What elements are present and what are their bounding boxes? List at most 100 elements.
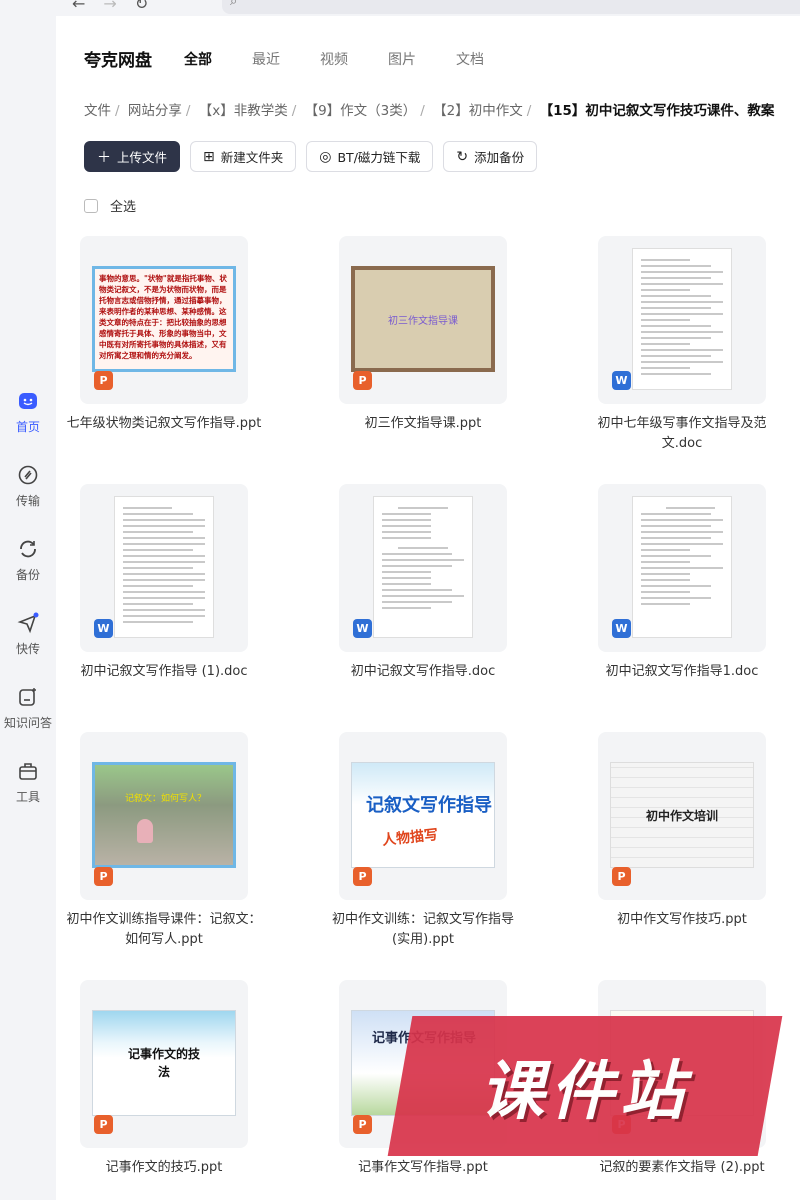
file-thumbnail: W <box>598 484 766 652</box>
file-card[interactable]: 记事作文的技法 P 记事作文的技巧.ppt <box>80 980 248 1178</box>
sidebar-item-tools[interactable]: 工具 <box>0 760 56 805</box>
file-name: 记叙的要素作文指导 (2).ppt <box>599 1160 765 1175</box>
file-card[interactable]: W 初中记叙文写作指导.doc <box>339 484 507 682</box>
ppt-icon: P <box>353 371 372 390</box>
upload-button[interactable]: ＋ 上传文件 <box>84 141 181 172</box>
doc-preview <box>373 496 473 638</box>
doc-preview <box>114 496 214 638</box>
qa-icon <box>19 688 36 706</box>
ppt-icon: P <box>94 867 113 886</box>
bt-download-label: BT/磁力链下载 <box>337 150 421 165</box>
quick-send-icon <box>17 612 39 634</box>
ppt-icon: P <box>353 867 372 886</box>
folder-plus-icon: ⊞ <box>203 148 215 165</box>
file-thumbnail: 初中作文培训 P <box>598 732 766 900</box>
sidebar-item-label: 备份 <box>15 568 40 582</box>
slide-preview: 记叙文写作指导 人物描写 <box>351 762 495 868</box>
forward-icon[interactable]: → <box>103 0 116 13</box>
refresh-icon[interactable]: ↻ <box>135 0 148 13</box>
select-all[interactable]: 全选 <box>84 196 136 215</box>
file-name: 初中七年级写事作文指导及范文.doc <box>597 416 767 451</box>
ppt-icon: P <box>612 867 631 886</box>
tab-image[interactable]: 图片 <box>388 49 416 69</box>
sidebar-item-label: 传输 <box>15 494 40 508</box>
file-thumbnail: 记事作文的技法 P <box>80 980 248 1148</box>
slide-caption: 记叙文：如何写人？ <box>125 794 207 804</box>
watermark-text: 课件站 <box>480 1055 690 1129</box>
breadcrumb-item[interactable]: 文件 <box>84 103 111 119</box>
bt-icon: ◎ <box>319 148 332 165</box>
slide-subtitle: 人物描写 <box>381 827 439 849</box>
sidebar-item-transfer[interactable]: 传输 <box>0 464 56 509</box>
file-thumbnail: 记叙文写作指导 人物描写 P <box>339 732 507 900</box>
add-backup-label: 添加备份 <box>474 150 525 165</box>
file-thumbnail: W <box>80 484 248 652</box>
file-card[interactable]: 初三作文指导课 P 初三作文指导课.ppt <box>339 236 507 434</box>
backup-icon: ↻ <box>456 148 469 165</box>
file-name: 初中记叙文写作指导1.doc <box>605 664 759 679</box>
file-thumbnail: W <box>598 236 766 404</box>
file-name: 初三作文指导课.ppt <box>364 416 482 431</box>
file-card[interactable]: W 初中七年级写事作文指导及范文.doc <box>597 236 767 454</box>
file-name: 初中记叙文写作指导 (1).doc <box>80 664 248 679</box>
select-all-checkbox[interactable] <box>84 198 98 213</box>
tab-video[interactable]: 视频 <box>320 49 348 69</box>
breadcrumb-item[interactable]: 【2】初中作文 <box>433 103 523 119</box>
file-thumbnail: 事物的意思。"状物"就是指托事物、状物类记叙文，不是为状物而状物，而是托物言志或… <box>80 236 248 404</box>
home-icon <box>19 393 37 409</box>
slide-preview: 记事作文的技法 <box>92 1010 236 1116</box>
tab-recent[interactable]: 最近 <box>252 49 280 69</box>
file-name: 初中作文写作技巧.ppt <box>617 912 747 927</box>
plus-icon: ＋ <box>97 149 111 166</box>
sidebar-item-label: 工具 <box>15 790 40 804</box>
action-bar: ＋ 上传文件 ⊞ 新建文件夹 ◎ BT/磁力链下载 ↻ 添加备份 <box>84 141 538 172</box>
sidebar-item-qa[interactable]: 知识问答 <box>0 686 56 731</box>
select-all-label: 全选 <box>110 200 137 215</box>
breadcrumb-item[interactable]: 【9】作文（3类） <box>305 103 417 119</box>
sidebar-item-quick-send[interactable]: 快传 <box>0 612 56 657</box>
sidebar: 首页 传输 备份 快传 知识问答 工具 <box>0 0 56 1200</box>
filter-tabs: 全部 最近 视频 图片 文档 <box>184 49 524 69</box>
back-icon[interactable]: ← <box>72 0 85 13</box>
sidebar-item-backup[interactable]: 备份 <box>0 538 56 583</box>
breadcrumb-item[interactable]: 网站分享 <box>128 103 182 119</box>
child-figure <box>137 819 153 843</box>
word-icon: W <box>612 619 631 638</box>
toolbox-icon <box>19 763 37 780</box>
file-card[interactable]: W 初中记叙文写作指导1.doc <box>598 484 766 682</box>
slide-preview: 初中作文培训 <box>610 762 754 868</box>
sidebar-item-home[interactable]: 首页 <box>0 390 56 435</box>
sidebar-item-label: 首页 <box>15 420 40 434</box>
new-folder-button[interactable]: ⊞ 新建文件夹 <box>190 141 297 172</box>
file-card[interactable]: 记叙文：如何写人？ P 初中作文训练指导课件：记叙文：如何写人.ppt <box>66 732 262 950</box>
bt-download-button[interactable]: ◎ BT/磁力链下载 <box>306 141 434 172</box>
file-name: 初中作文训练指导课件：记叙文：如何写人.ppt <box>66 912 262 947</box>
add-backup-button[interactable]: ↻ 添加备份 <box>443 141 538 172</box>
slide-preview: 事物的意思。"状物"就是指托事物、状物类记叙文，不是为状物而状物，而是托物言志或… <box>92 266 236 372</box>
file-card[interactable]: W 初中记叙文写作指导 (1).doc <box>80 484 248 682</box>
search-input[interactable]: ⌕ <box>222 0 800 14</box>
file-name: 初中作文训练：记叙文写作指导(实用).ppt <box>331 912 514 947</box>
slide-preview: 初三作文指导课 <box>351 266 495 372</box>
file-name: 初中记叙文写作指导.doc <box>350 664 496 679</box>
backup-icon <box>20 540 36 558</box>
doc-preview <box>632 496 732 638</box>
word-icon: W <box>353 619 372 638</box>
breadcrumb-item[interactable]: 【x】非教学类 <box>199 103 288 119</box>
breadcrumb: 文件 / 网站分享 / 【x】非教学类 / 【9】作文（3类） / 【2】初中作文 / 【… <box>84 103 775 119</box>
file-thumbnail: 初三作文指导课 P <box>339 236 507 404</box>
sidebar-item-label: 快传 <box>15 642 40 656</box>
tab-all[interactable]: 全部 <box>184 49 212 69</box>
doc-preview <box>632 248 732 390</box>
file-card[interactable]: 事物的意思。"状物"就是指托事物、状物类记叙文，不是为状物而状物，而是托物言志或… <box>67 236 261 434</box>
file-card[interactable]: 记叙文写作指导 人物描写 P 初中作文训练：记叙文写作指导(实用).ppt <box>332 732 514 950</box>
file-name: 记事作文的技巧.ppt <box>105 1160 223 1175</box>
ppt-icon: P <box>94 371 113 390</box>
file-thumbnail: W <box>339 484 507 652</box>
tab-document[interactable]: 文档 <box>456 49 484 69</box>
nav-controls: ← → ↻ <box>72 0 148 13</box>
file-card[interactable]: 初中作文培训 P 初中作文写作技巧.ppt <box>598 732 766 930</box>
watermark-logo: 课件站 <box>387 1016 783 1156</box>
slide-title: 记叙文写作指导 <box>366 795 492 816</box>
new-folder-label: 新建文件夹 <box>220 150 284 165</box>
